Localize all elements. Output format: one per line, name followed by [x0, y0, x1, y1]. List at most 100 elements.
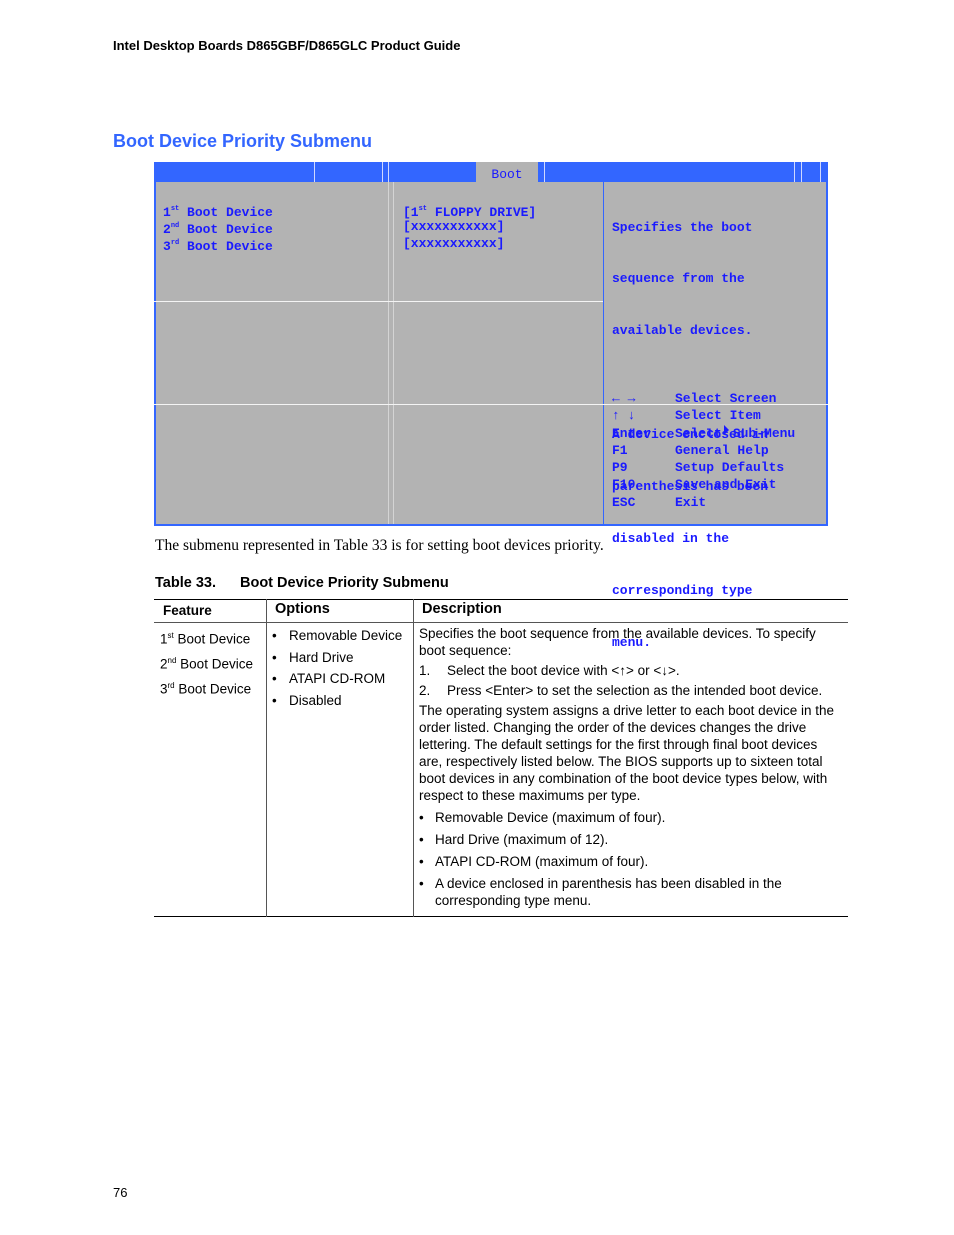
key-legend-row: Enter Select Sub-Menu — [612, 424, 796, 442]
description-bullet: • A device enclosed in parenthesis has be… — [419, 875, 844, 909]
bullet-icon: • — [272, 649, 277, 665]
bullet-icon: • — [272, 671, 277, 686]
column-header-options: Options — [275, 601, 330, 617]
key-name: P9 — [612, 460, 628, 476]
option-label: ATAPI CD-ROM — [289, 671, 386, 686]
description-intro: Specifies the boot sequence from the ava… — [419, 626, 816, 658]
key-legend-row: ↑ ↓ Select Item — [612, 407, 795, 424]
bullet-icon: • — [419, 810, 424, 825]
description-step: 1. Select the boot device with <↑> or <↓>… — [419, 662, 844, 679]
bullet-icon: • — [272, 628, 277, 643]
key-legend-row: F1 General Help — [612, 442, 795, 459]
section-title: Boot Device Priority Submenu — [113, 131, 373, 151]
bullet-text: Removable Device (maximum of four). — [435, 810, 666, 825]
feature-item: 2nd Boot Device — [160, 650, 253, 675]
key-name: F1 — [612, 442, 628, 458]
option-item: • ATAPI CD-ROM — [272, 668, 402, 690]
arrow-up-down-icon: ↑ ↓ — [612, 408, 636, 424]
bios-value-3rd-boot-device[interactable]: [xxxxxxxxxxx] — [403, 235, 504, 252]
help-line — [612, 374, 768, 391]
key-action: General Help — [675, 442, 769, 458]
key-legend-row: ESC Exit — [612, 494, 795, 511]
help-line: sequence from the — [612, 271, 745, 287]
ordinal-suffix: rd — [170, 239, 180, 247]
key-action: Setup Defaults — [675, 460, 785, 476]
key-action: Save and Exit — [675, 477, 777, 493]
bios-frame — [154, 182, 156, 526]
step-text: Select the boot device with <↑> or <↓>. — [447, 663, 680, 678]
key-legend-row: F10 Save and Exit — [612, 476, 795, 493]
ordinal: 1 — [160, 631, 168, 647]
column-header-description: Description — [422, 601, 502, 617]
ordinal-suffix: nd — [170, 222, 180, 230]
boot-device-table: Feature Options Description 1st Boot Dev… — [154, 599, 848, 918]
option-item: • Disabled — [272, 690, 402, 712]
key-action: Select Item — [675, 408, 761, 424]
bullet-text: ATAPI CD-ROM (maximum of four). — [435, 854, 649, 869]
ordinal: 2 — [160, 656, 168, 672]
table-rule — [154, 622, 848, 623]
bullet-icon: • — [419, 876, 424, 891]
table-rule — [154, 916, 848, 917]
ordinal-suffix: st — [418, 205, 428, 213]
help-line: available devices. — [612, 323, 753, 339]
description-bullet: • Removable Device (maximum of four). — [419, 809, 844, 826]
description-step: 2. Press <Enter> to set the selection as … — [419, 682, 844, 699]
key-legend-row: ← → Select Screen — [612, 390, 795, 407]
option-label: Removable Device — [289, 628, 403, 643]
bios-tab-boot[interactable]: Boot — [476, 162, 538, 182]
help-line: Specifies the boot — [612, 219, 753, 235]
key-action: Select — [675, 425, 722, 441]
body-paragraph: The submenu represented in Table 33 is f… — [155, 537, 604, 554]
key-name: ESC — [612, 494, 636, 510]
option-label: Hard Drive — [289, 649, 354, 665]
description-paragraph: The operating system assigns a drive let… — [419, 703, 834, 803]
key-action: Exit — [675, 494, 707, 510]
bios-value-2nd-boot-device[interactable]: [xxxxxxxxxxx] — [403, 218, 504, 235]
table-number: Table 33. — [155, 575, 216, 591]
arrow-left-right-icon: ← → — [612, 391, 636, 406]
ordinal: 3 — [160, 681, 168, 697]
bullet-text: Hard Drive (maximum of 12). — [435, 832, 609, 847]
menu-bar-divider — [544, 162, 545, 182]
option-item: • Removable Device — [272, 625, 402, 647]
feature-item: 1st Boot Device — [160, 625, 253, 650]
ordinal-suffix: rd — [167, 681, 175, 690]
menu-bar-divider — [388, 162, 389, 182]
step-number: 2. — [419, 683, 431, 698]
feature-cell: 1st Boot Device 2nd Boot Device 3rd Boot… — [160, 625, 253, 700]
key-name: F10 — [612, 477, 636, 493]
table-caption: Table 33. Boot Device Priority Submenu — [155, 575, 449, 591]
table-column-divider — [266, 599, 267, 917]
options-cell: • Removable Device • Hard Drive • ATAPI CD-… — [272, 625, 402, 711]
key-action: Sub-Menu — [732, 425, 796, 441]
help-line: disabled in the — [612, 530, 730, 546]
page-number: 76 — [113, 1185, 128, 1200]
menu-bar-divider — [382, 162, 383, 182]
feature-label: Boot Device — [173, 631, 251, 647]
menu-bar-divider — [314, 162, 315, 182]
running-header: Intel Desktop Boards D865GBF/D865GLC Pro… — [113, 38, 461, 53]
bios-divider-line — [154, 301, 603, 302]
option-label: Disabled — [289, 692, 342, 708]
menu-bar-divider — [794, 162, 795, 182]
bullet-text: A device enclosed in parenthesis has bee… — [435, 876, 782, 908]
bullet-icon: • — [419, 854, 424, 869]
menu-bar-divider — [801, 162, 802, 182]
ordinal-suffix: st — [170, 205, 180, 213]
table-rule — [154, 599, 848, 600]
bios-key-legend: ← → Select Screen ↑ ↓ Select Item Enter Sel… — [612, 390, 795, 511]
menu-bar-divider — [820, 162, 821, 182]
description-bullet: • Hard Drive (maximum of 12). — [419, 831, 844, 848]
option-item: • Hard Drive — [272, 647, 402, 669]
ordinal: 3 — [163, 239, 171, 254]
right-triangle-icon — [723, 424, 729, 435]
bios-help-divider — [603, 182, 604, 524]
key-legend-row: P9 Setup Defaults — [612, 459, 795, 476]
bios-item-3rd-boot-device[interactable]: 3rd Boot Device — [163, 235, 273, 255]
bios-screen: Boot 1st Boot Device 2nd Boot Device 3rd… — [154, 162, 828, 650]
bios-column-divider — [388, 182, 389, 524]
item-label: Boot Device — [187, 239, 273, 254]
bios-frame — [826, 182, 828, 526]
step-text: Press <Enter> to set the selection as th… — [447, 683, 823, 698]
